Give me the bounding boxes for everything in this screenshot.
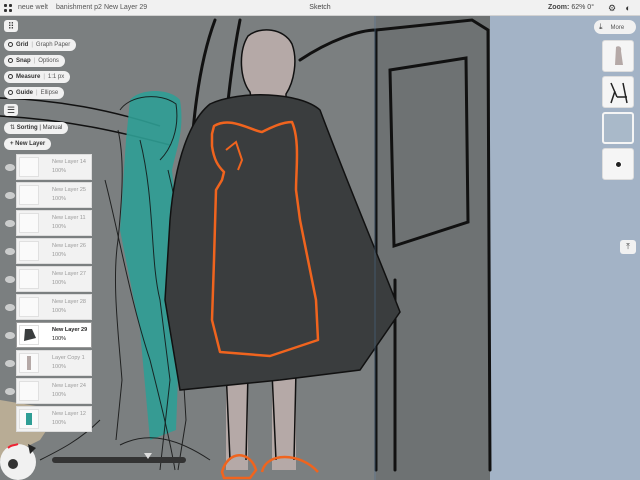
snap-toggle-icon xyxy=(8,58,13,63)
layer-opacity: 100% xyxy=(52,336,67,342)
layer-opacity: 100% xyxy=(52,168,67,174)
brush-preset-chair[interactable] xyxy=(602,76,634,108)
grid-label: Grid xyxy=(16,42,29,48)
layer-opacity: 100% xyxy=(52,280,67,286)
brush-size-preset[interactable] xyxy=(602,148,634,180)
grid-tool[interactable]: Grid | Graph Paper xyxy=(4,39,77,51)
settings-gear-icon[interactable]: ⚙ xyxy=(606,2,618,14)
layer-name: New Layer 11 xyxy=(52,215,86,221)
top-bar: neue welt banishment p2 New Layer 29 Ske… xyxy=(0,0,640,16)
sorting-value: Manual xyxy=(42,125,63,131)
zoom-label: Zoom: xyxy=(547,4,570,11)
guide-value: Ellipse xyxy=(40,90,59,96)
layer-item[interactable]: New Layer 14 100% xyxy=(16,154,92,180)
visibility-eye-icon[interactable] xyxy=(5,248,15,255)
visibility-eye-icon[interactable] xyxy=(5,388,15,395)
download-icon: ⤓ xyxy=(599,22,603,31)
fullscreen-icon[interactable]: ◐ xyxy=(622,2,634,14)
visibility-eye-icon[interactable] xyxy=(5,276,15,283)
layer-thumbnail xyxy=(19,213,39,233)
layer-item[interactable]: New Layer 25 100% xyxy=(16,182,92,208)
layer-name: New Layer 25 xyxy=(52,187,86,193)
layer-opacity: 100% xyxy=(52,308,67,314)
more-label: More xyxy=(610,25,625,31)
layer-item[interactable]: New Layer 28 100% xyxy=(16,294,92,320)
sorting-label: Sorting xyxy=(16,125,38,131)
layer-opacity: 100% xyxy=(52,364,67,370)
brush-dot-icon xyxy=(615,161,622,168)
brush-preset-selected[interactable] xyxy=(602,112,634,144)
snap-label: Snap xyxy=(16,58,31,64)
layer-opacity: 100% xyxy=(52,224,67,230)
visibility-eye-icon[interactable] xyxy=(5,220,15,227)
layer-item[interactable]: New Layer 26 100% xyxy=(16,238,92,264)
visibility-eye-icon[interactable] xyxy=(5,192,15,199)
layer-thumbnail xyxy=(19,297,39,317)
guide-tool[interactable]: Guide | Ellipse xyxy=(4,87,65,99)
zoom-readout[interactable]: Zoom: 62% 0° xyxy=(548,4,594,11)
app-title: Sketch xyxy=(309,4,331,11)
new-layer-button[interactable]: + New Layer xyxy=(4,138,52,150)
layer-name: New Layer 12 xyxy=(52,411,86,417)
layer-sorting-button[interactable]: ⇅ Sorting | Manual xyxy=(4,122,69,134)
layer-item[interactable]: Layer Copy 1 100% xyxy=(16,350,92,376)
grid-value: Graph Paper xyxy=(35,42,71,48)
layer-opacity: 100% xyxy=(52,196,67,202)
more-button[interactable]: ⤓ More xyxy=(594,20,636,34)
layer-item[interactable]: New Layer 12 100% xyxy=(16,406,92,432)
visibility-eye-icon[interactable] xyxy=(5,360,15,367)
layer-name: New Layer 24 xyxy=(52,383,86,389)
layer-thumbnail xyxy=(19,269,39,289)
layer-item[interactable]: New Layer 11 100% xyxy=(16,210,92,236)
brush-icon xyxy=(8,459,18,469)
brush-size-slider[interactable] xyxy=(52,457,186,463)
layer-item[interactable]: New Layer 27 100% xyxy=(16,266,92,292)
layer-name: New Layer 28 xyxy=(52,299,86,305)
guide-label: Guide xyxy=(16,90,34,96)
visibility-eye-icon[interactable] xyxy=(5,304,15,311)
zoom-value: 62% xyxy=(571,4,586,11)
layer-thumbnail xyxy=(19,353,39,373)
layer-name: New Layer 14 xyxy=(52,159,86,165)
layer-opacity: 100% xyxy=(52,392,67,398)
layer-name: New Layer 27 xyxy=(52,271,86,277)
measure-tool[interactable]: Measure | 1:1 px xyxy=(4,71,71,83)
brush-preset-figure[interactable] xyxy=(602,40,634,72)
export-icon[interactable]: ⤒ xyxy=(620,240,636,254)
grid-toggle-icon xyxy=(8,42,13,47)
layer-thumbnail xyxy=(19,157,39,177)
layer-name: Layer Copy 1 xyxy=(52,355,85,361)
layer-thumbnail xyxy=(19,325,39,345)
snap-value: Options xyxy=(38,58,59,64)
layer-item-selected[interactable]: New Layer 29 100% xyxy=(16,322,92,348)
measure-value: 1:1 px xyxy=(47,74,65,80)
layers-menu-button[interactable]: ☰ xyxy=(4,104,18,116)
rotation-value: 0° xyxy=(587,4,594,11)
measure-toggle-icon xyxy=(8,74,13,79)
measure-label: Measure xyxy=(16,74,41,80)
layer-thumbnail xyxy=(19,409,39,429)
snap-tool[interactable]: Snap | Options xyxy=(4,55,65,67)
visibility-eye-icon[interactable] xyxy=(5,164,15,171)
layer-thumbnail xyxy=(19,241,39,261)
layer-name: New Layer 29 xyxy=(52,327,88,333)
tools-grid-button[interactable]: ⠿ xyxy=(4,20,18,32)
drawing-canvas[interactable] xyxy=(0,0,640,480)
layer-opacity: 100% xyxy=(52,252,67,258)
visibility-eye-icon[interactable] xyxy=(5,332,15,339)
brush-tool-button[interactable] xyxy=(3,454,23,474)
layer-name: New Layer 26 xyxy=(52,243,86,249)
layer-thumbnail xyxy=(19,381,39,401)
layer-item[interactable]: New Layer 24 100% xyxy=(16,378,92,404)
layer-thumbnail xyxy=(19,185,39,205)
guide-toggle-icon xyxy=(8,90,13,95)
slider-thumb-icon[interactable] xyxy=(144,453,152,459)
layer-opacity: 100% xyxy=(52,420,67,426)
